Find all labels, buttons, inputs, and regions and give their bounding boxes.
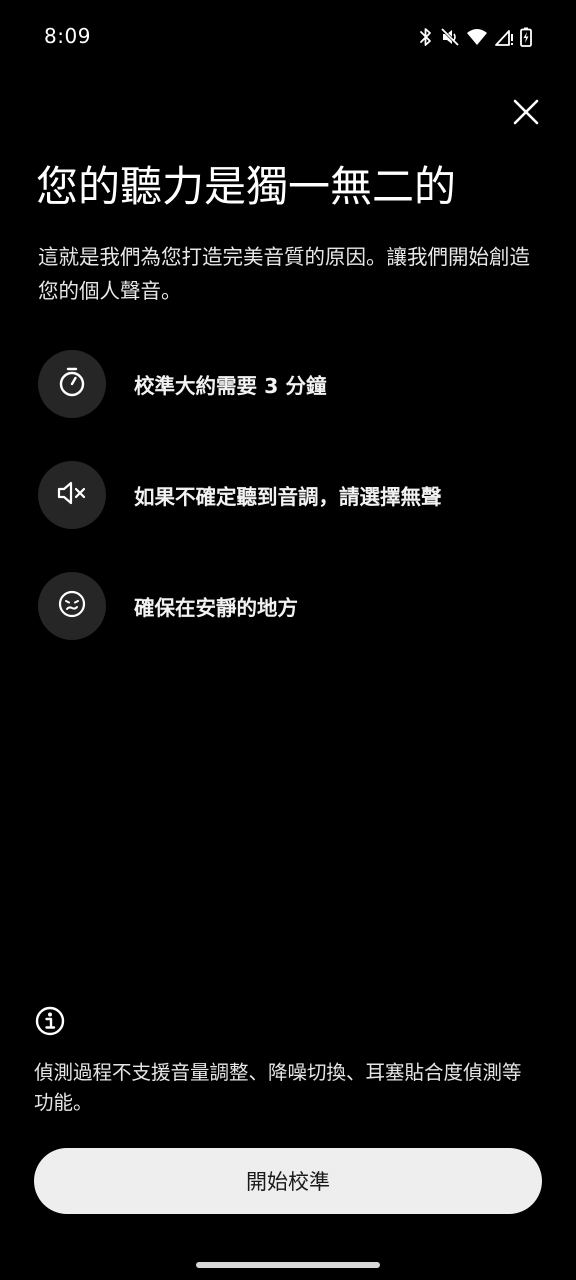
- tip-icon-circle: [38, 461, 106, 529]
- bluetooth-icon: [418, 27, 434, 47]
- cell-signal-icon: [494, 27, 514, 47]
- footnote-text: 偵測過程不支援音量調整、降噪切換、耳塞貼合度偵測等功能。: [34, 1061, 522, 1114]
- status-icons: [418, 26, 532, 48]
- mute-icon: [440, 27, 460, 47]
- tip-icon-circle: [38, 350, 106, 418]
- tip-text: 校準大約需要 3 分鐘: [134, 374, 327, 398]
- page-description: 這就是我們為您打造完美音質的原因。讓我們開始創造您的個人聲音。: [38, 245, 530, 303]
- close-icon: [513, 99, 539, 129]
- wifi-icon: [466, 28, 488, 46]
- info-icon: [34, 1005, 66, 1037]
- timer-icon: [56, 366, 88, 402]
- page-title: 您的聽力是獨一無二的: [36, 162, 457, 211]
- tip-icon-circle: [38, 572, 106, 640]
- speaker-muted-icon: [55, 477, 89, 513]
- tip-text: 確保在安靜的地方: [134, 596, 298, 620]
- battery-charging-icon: [520, 27, 532, 47]
- tip-item-silence: 如果不確定聽到音調，請選擇無聲: [38, 461, 538, 529]
- home-indicator[interactable]: [196, 1262, 380, 1268]
- status-bar: 8:09: [0, 0, 576, 74]
- close-button[interactable]: [504, 92, 548, 136]
- start-calibration-button[interactable]: 開始校準: [34, 1148, 542, 1214]
- quiet-face-icon: [56, 588, 88, 624]
- tip-item-quiet-place: 確保在安靜的地方: [38, 572, 538, 640]
- tip-item-duration: 校準大約需要 3 分鐘: [38, 350, 538, 418]
- status-time: 8:09: [44, 24, 91, 48]
- tip-text: 如果不確定聽到音調，請選擇無聲: [134, 485, 442, 509]
